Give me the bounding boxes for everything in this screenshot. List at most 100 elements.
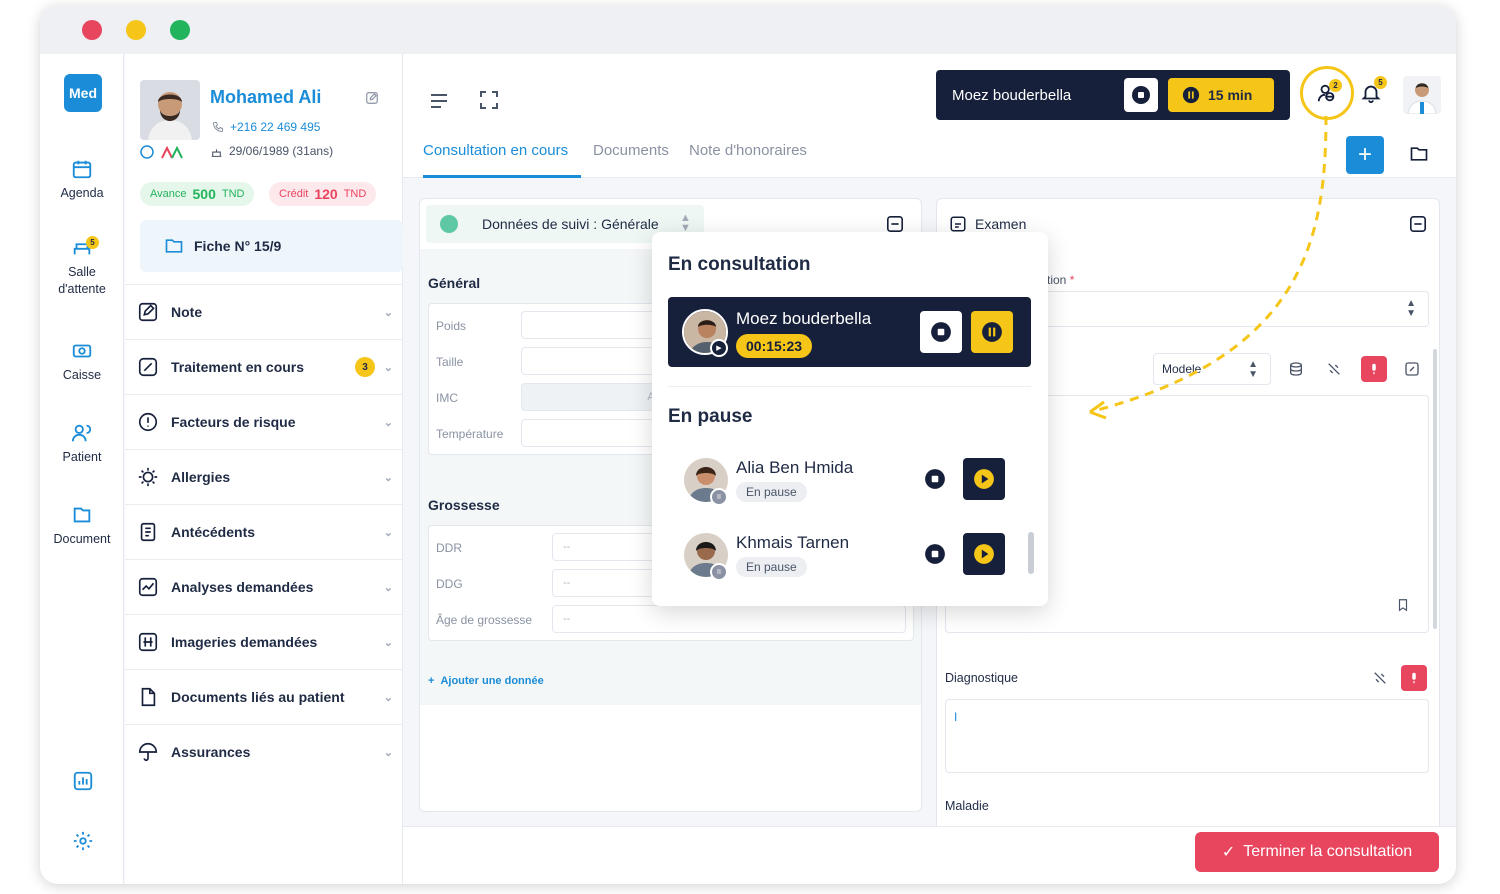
patient-birth-row: 29/06/1989 (31ans) <box>210 144 333 158</box>
field-input[interactable]: -- <box>552 605 906 633</box>
section-file[interactable]: Documents liés au patient ⌄ <box>125 669 403 724</box>
rail-item-patient[interactable]: Patient <box>40 422 124 464</box>
active-timer: 00:15:23 <box>736 334 813 358</box>
rail-item-document[interactable]: Document <box>40 504 124 546</box>
current-consultation-bar[interactable]: Moez bouderbella 15 min <box>936 70 1290 120</box>
section-pill[interactable]: Traitement en cours 3 ⌄ <box>125 339 403 394</box>
section-label: Imageries demandées <box>171 634 318 650</box>
stop-icon <box>931 322 951 342</box>
pause-timer-button[interactable]: 15 min <box>1168 78 1274 112</box>
paused-patient-name: Khmais Tarnen <box>736 533 850 552</box>
add-button[interactable]: + <box>1346 136 1384 174</box>
chevron-down-icon[interactable]: ⌄ <box>384 416 393 429</box>
stop-button[interactable] <box>1124 78 1158 112</box>
check-icon: ✓ <box>1221 844 1236 861</box>
stats-icon[interactable] <box>72 770 94 792</box>
collapse-icon[interactable] <box>886 215 904 233</box>
patients-icon <box>71 424 92 442</box>
section-history[interactable]: Antécédents ⌄ <box>125 504 403 559</box>
fiche-selector[interactable]: Fiche N° 15/9 <box>140 220 403 272</box>
active-consultation-item[interactable]: ▶ Moez bouderbella 00:15:23 <box>668 297 1031 367</box>
close-window-dot[interactable] <box>82 20 102 40</box>
app-logo[interactable]: Med <box>64 74 102 112</box>
tab-note-honoraires[interactable]: Note d'honoraires <box>689 142 807 159</box>
history-icon <box>140 522 156 542</box>
chevron-down-icon[interactable]: ⌄ <box>384 471 393 484</box>
section-allergy[interactable]: Allergies ⌄ <box>125 449 403 504</box>
pause-overlay-icon: II <box>710 488 728 506</box>
credit-label: Crédit <box>279 188 309 200</box>
paused-status-badge: En pause <box>736 557 807 577</box>
stop-icon <box>925 469 945 489</box>
section-analysis[interactable]: Analyses demandées ⌄ <box>125 559 403 614</box>
paused-consultation-item[interactable]: II Khmais Tarnen En pause <box>668 525 1028 585</box>
rail-item-agenda[interactable]: Agenda <box>40 158 124 200</box>
minimize-window-dot[interactable] <box>126 20 146 40</box>
diagnostique-label: Diagnostique <box>945 671 1018 685</box>
scrollbar[interactable] <box>1433 349 1437 629</box>
pause-button[interactable] <box>971 311 1013 353</box>
play-overlay-icon: ▶ <box>710 339 728 357</box>
mic-button[interactable] <box>1361 356 1387 382</box>
rail-item-caisse[interactable]: Caisse <box>40 340 124 382</box>
tab-active-underline <box>423 175 581 178</box>
paused-status-badge: En pause <box>736 482 807 502</box>
field-placeholder: -- <box>563 541 571 553</box>
popover-scrollbar[interactable] <box>1028 532 1034 574</box>
section-umbrella[interactable]: Assurances ⌄ <box>125 724 403 779</box>
stop-button[interactable] <box>920 311 962 353</box>
waiting-room-badge: 5 <box>86 236 99 249</box>
edit-icon[interactable] <box>365 91 379 105</box>
maximize-window-dot[interactable] <box>170 20 190 40</box>
add-data-link[interactable]: + Ajouter une donnée <box>428 675 544 687</box>
fiche-label: Fiche N° 15/9 <box>194 238 282 254</box>
fullscreen-icon[interactable] <box>479 90 499 110</box>
paused-patient-name: Alia Ben Hmida <box>736 458 854 477</box>
resume-button[interactable] <box>963 533 1005 575</box>
section-label: Analyses demandées <box>171 579 314 595</box>
chevron-down-icon[interactable]: ⌄ <box>384 526 393 539</box>
document-icon <box>73 507 91 523</box>
imaging-icon <box>138 632 158 652</box>
section-alert[interactable]: Facteurs de risque ⌄ <box>125 394 403 449</box>
paused-consultation-item[interactable]: II Alia Ben Hmida En pause <box>668 450 1028 510</box>
chevron-down-icon[interactable]: ⌄ <box>384 636 393 649</box>
chevron-down-icon[interactable]: ⌄ <box>384 746 393 759</box>
tab-consultation-en-cours[interactable]: Consultation en cours <box>423 142 568 159</box>
user-avatar[interactable] <box>1403 76 1441 114</box>
menu-icon[interactable] <box>429 92 449 110</box>
notifications-button[interactable]: 5 <box>1360 76 1387 109</box>
chevron-down-icon[interactable]: ⌄ <box>384 691 393 704</box>
mic-button[interactable] <box>1401 665 1427 691</box>
rail-label: Document <box>53 532 111 546</box>
patient-phone: +216 22 469 495 <box>230 120 321 134</box>
section-note[interactable]: Note ⌄ <box>125 284 403 339</box>
plus-icon: + <box>428 675 435 687</box>
terminate-label: Terminer la consultation <box>1243 843 1413 860</box>
chevron-down-icon[interactable]: ⌄ <box>384 361 393 374</box>
consultations-toggle[interactable]: 2 <box>1300 66 1354 120</box>
expand-button[interactable] <box>1399 356 1425 382</box>
patient-phone-row: +216 22 469 495 <box>212 120 320 134</box>
diagnostique-input[interactable]: I <box>945 699 1429 773</box>
field-label: Taille <box>436 355 464 369</box>
rail-label: Patient <box>62 450 102 464</box>
terminate-consultation-button[interactable]: ✓ Terminer la consultation <box>1195 832 1439 872</box>
tab-documents[interactable]: Documents <box>593 142 669 159</box>
resume-button[interactable] <box>963 458 1005 500</box>
rail-item-salle-attente[interactable]: 5 Salle d'attente <box>40 236 124 298</box>
settings-icon[interactable] <box>72 830 94 852</box>
section-label: Antécédents <box>171 524 256 540</box>
no-tools-button[interactable] <box>1367 665 1393 691</box>
collapse-icon[interactable] <box>1409 215 1427 233</box>
folder-icon[interactable] <box>1409 144 1429 164</box>
notifications-badge: 5 <box>1374 76 1387 89</box>
stop-button[interactable] <box>914 458 956 500</box>
stop-button[interactable] <box>914 533 956 575</box>
bookmark-icon[interactable] <box>1396 598 1410 612</box>
field-label: IMC <box>436 391 458 405</box>
section-imaging[interactable]: Imageries demandées ⌄ <box>125 614 403 669</box>
chevron-down-icon[interactable]: ⌄ <box>384 306 393 319</box>
chevron-down-icon[interactable]: ⌄ <box>384 581 393 594</box>
analysis-icon <box>138 577 158 597</box>
